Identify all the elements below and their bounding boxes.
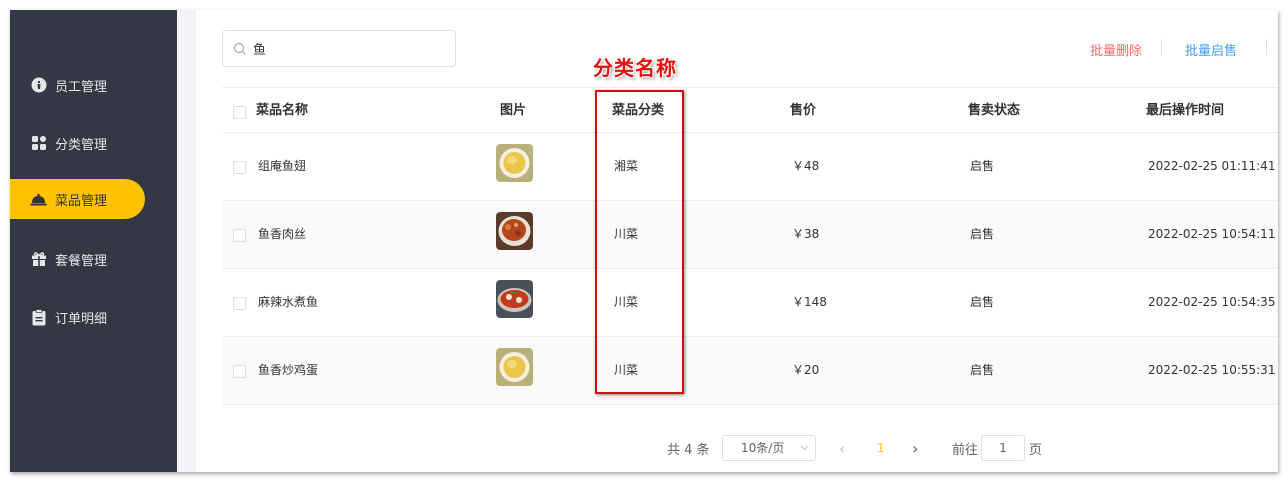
sidebar-item-dishes[interactable]: 菜品管理 <box>10 179 145 219</box>
column-header-image: 图片 <box>500 103 527 118</box>
content-gutter <box>177 10 196 472</box>
divider <box>1266 39 1267 55</box>
dish-price: ￥38 <box>792 227 820 241</box>
clipboard-icon <box>30 308 47 326</box>
dish-name: 麻辣水煮鱼 <box>258 295 319 309</box>
dish-status: 启售 <box>970 227 995 241</box>
dish-status: 启售 <box>970 295 995 309</box>
sidebar: 员工管理 分类管理 菜品管理 套餐管理 订单明细 <box>10 10 177 472</box>
pagination-total: 共 4 条 <box>667 442 710 458</box>
row-checkbox[interactable] <box>233 161 246 174</box>
row-checkbox[interactable] <box>233 297 246 310</box>
column-header-status[interactable]: 售卖状态 <box>968 88 1020 133</box>
page-size-value: 10条/页 <box>741 441 785 455</box>
dish-price: ￥48 <box>792 159 820 173</box>
dish-image <box>496 144 533 182</box>
dish-name: 组庵鱼翅 <box>258 159 307 173</box>
annotation-label: 分类名称 <box>593 56 677 80</box>
batch-delete-button[interactable]: 批量删除 <box>1090 40 1142 59</box>
column-header-updated[interactable]: 最后操作时间 <box>1146 88 1224 133</box>
next-page-button[interactable]: › <box>912 435 918 461</box>
row-checkbox[interactable] <box>233 229 246 242</box>
dish-image <box>496 212 533 250</box>
gift-icon <box>30 251 47 268</box>
dish-updated-time: 2022-02-25 01:11:41 <box>1148 159 1276 173</box>
sidebar-item-label: 菜品管理 <box>55 193 108 209</box>
column-header-name[interactable]: 菜品名称 <box>256 88 308 133</box>
table-row[interactable]: 鱼香炒鸡蛋 川菜 ￥20 启售 2022-02-25 10:55:31 <box>222 337 1278 405</box>
table-row[interactable]: 麻辣水煮鱼 川菜 ￥148 启售 2022-02-25 10:54:35 <box>222 269 1278 337</box>
sidebar-item-label: 订单明细 <box>55 311 108 327</box>
chevron-down-icon <box>800 445 809 451</box>
dish-image <box>496 280 533 318</box>
table-header: 菜品名称 图片 菜品分类 售价 售卖状态 最后操作时间 <box>222 88 1278 133</box>
dish-status: 启售 <box>970 363 995 377</box>
dish-name: 鱼香肉丝 <box>258 227 307 241</box>
column-header-price[interactable]: 售价 <box>790 88 816 133</box>
sidebar-item-label: 员工管理 <box>55 79 108 95</box>
dish-image <box>496 348 533 386</box>
dish-updated-time: 2022-02-25 10:54:11 <box>1148 227 1276 241</box>
prev-page-button[interactable]: ‹ <box>839 435 845 461</box>
dish-price: ￥20 <box>792 363 820 377</box>
search-icon <box>233 42 246 55</box>
main-content: 批量删除 批量启售 菜品名称 图片 菜品分类 售价 售卖状态 最后操作时间 组庵… <box>196 10 1278 472</box>
row-checkbox[interactable] <box>233 365 246 378</box>
dish-price: ￥148 <box>792 295 827 309</box>
sidebar-item-setmeals[interactable]: 套餐管理 <box>10 239 145 279</box>
goto-label: 前往 <box>952 442 979 458</box>
goto-page-input[interactable]: 1 <box>981 435 1025 461</box>
goto-unit: 页 <box>1029 442 1043 458</box>
annotation-highlight-box <box>595 90 684 394</box>
employee-icon <box>30 77 47 94</box>
divider <box>1161 39 1162 55</box>
table-row[interactable]: 组庵鱼翅 湘菜 ￥48 启售 2022-02-25 01:11:41 <box>222 133 1278 201</box>
page-number-current[interactable]: 1 <box>877 435 885 461</box>
dish-name: 鱼香炒鸡蛋 <box>258 363 319 377</box>
dish-updated-time: 2022-02-25 10:55:31 <box>1148 363 1276 377</box>
page-size-select[interactable]: 10条/页 <box>722 435 816 461</box>
search-box[interactable] <box>222 30 456 67</box>
search-input[interactable] <box>253 41 443 56</box>
dish-icon <box>30 191 47 208</box>
sidebar-item-label: 套餐管理 <box>55 253 108 269</box>
sidebar-item-label: 分类管理 <box>55 137 108 153</box>
batch-enable-button[interactable]: 批量启售 <box>1185 40 1237 59</box>
select-all-checkbox[interactable] <box>233 106 246 119</box>
sidebar-item-employees[interactable]: 员工管理 <box>10 65 145 105</box>
dish-updated-time: 2022-02-25 10:54:35 <box>1148 295 1276 309</box>
sidebar-item-orders[interactable]: 订单明细 <box>10 297 145 337</box>
dish-table: 菜品名称 图片 菜品分类 售价 售卖状态 最后操作时间 组庵鱼翅 湘菜 ￥48 … <box>222 87 1278 405</box>
sidebar-item-categories[interactable]: 分类管理 <box>10 123 145 163</box>
table-row[interactable]: 鱼香肉丝 川菜 ￥38 启售 2022-02-25 10:54:11 <box>222 201 1278 269</box>
category-icon <box>30 135 47 152</box>
dish-status: 启售 <box>970 159 995 173</box>
